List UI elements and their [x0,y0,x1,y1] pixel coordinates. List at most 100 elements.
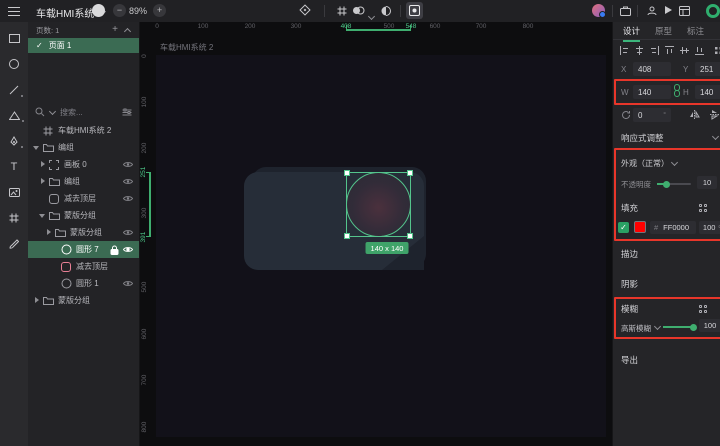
layer-row-group[interactable]: 编组 [28,173,139,190]
component-tool-active[interactable] [406,2,423,19]
y-input[interactable]: 251 [695,62,720,76]
eye-icon[interactable] [123,246,133,253]
caret-down-icon[interactable] [32,143,41,152]
page-item-selected[interactable]: ✓ 页面 1 [28,38,139,53]
frame-tool-icon[interactable] [9,213,19,223]
selection-bounding-box[interactable] [344,170,413,239]
move-tool-icon[interactable] [299,4,311,16]
caret-right-icon[interactable] [32,296,41,305]
frame-tool-icon[interactable] [337,6,347,16]
boolean-ops-chevron-icon[interactable] [368,14,375,21]
layer-row-mask-group[interactable]: 蒙版分组 [28,292,139,309]
align-top-icon[interactable] [665,45,674,55]
eye-icon[interactable] [123,178,133,185]
resize-handle-top-left[interactable] [344,170,350,176]
add-page-icon[interactable]: + [112,25,118,35]
chevron-down-icon[interactable] [654,324,661,331]
caret-down-icon[interactable] [38,211,47,220]
fill-color-swatch[interactable] [634,221,646,233]
opacity-input[interactable]: 10 [697,176,717,189]
layer-row-artboard[interactable]: 画板 0 [28,156,139,173]
mask-tool-icon[interactable] [381,6,391,16]
blur-input[interactable]: 100 [699,319,720,332]
share-icon[interactable] [647,6,657,16]
lock-icon[interactable] [110,245,119,255]
search-scope-chevron-icon[interactable] [49,109,56,116]
rectangle-tool-icon[interactable] [8,34,20,43]
layer-row-circle-1[interactable]: 圆形 1 [28,275,139,292]
menu-icon[interactable] [8,7,20,8]
tab-annotate[interactable]: 标注 [687,25,704,37]
rotation-input[interactable]: 0 ° [633,108,671,122]
text-tool-icon[interactable]: T [11,162,18,173]
blur-styles-icon[interactable] [699,305,707,313]
image-tool-icon[interactable] [8,188,20,197]
artboard[interactable]: 车载HMI系统 2 140 x 140 [156,43,606,437]
blur-slider[interactable] [663,323,697,331]
tab-design[interactable]: 设计 [623,25,641,42]
align-v-center-icon[interactable] [680,46,689,55]
distribute-icon[interactable] [714,46,720,55]
flip-horizontal-icon[interactable] [689,110,700,119]
layer-row-group[interactable]: 编组 [28,139,139,156]
layer-row-mask-group[interactable]: 蒙版分组 [28,224,139,241]
user-avatar[interactable] [592,4,606,18]
layer-row-subtract[interactable]: 减去顶层 [28,190,139,207]
collapse-pages-icon[interactable] [124,27,131,34]
flip-vertical-icon[interactable] [709,110,720,120]
fill-hex-input[interactable]: # FF0000 [650,221,696,234]
eye-icon[interactable] [123,229,133,236]
eye-icon[interactable] [123,280,133,287]
fill-visible-checkbox[interactable] [618,222,629,233]
ellipse-tool-icon[interactable] [9,59,19,69]
line-tool-icon[interactable] [9,85,23,97]
eye-icon[interactable] [123,195,133,202]
chevron-down-icon[interactable] [712,134,719,141]
align-bottom-icon[interactable] [695,46,704,55]
align-left-icon[interactable] [620,45,629,55]
play-prototype-icon[interactable] [665,6,672,14]
fill-opacity-input[interactable]: 100 % [699,221,720,234]
filter-icon[interactable] [122,108,132,117]
canvas-viewport[interactable]: 0 100 200 300 500 600 700 800 408 548 0 … [140,22,612,446]
height-input[interactable]: 140 [695,85,720,99]
blur-type-select[interactable]: 高斯模糊 [621,323,651,334]
width-input[interactable]: 140 [633,85,671,99]
boolean-ops-icon[interactable] [352,6,365,15]
layer-row-mask-group[interactable]: 蒙版分组 [28,207,139,224]
align-h-center-icon[interactable] [635,45,644,55]
resize-handle-bottom-left[interactable] [344,233,350,239]
zoom-out-button[interactable]: − [113,4,126,17]
resize-handle-top-right[interactable] [407,170,413,176]
x-input[interactable]: 408 [633,62,671,76]
caret-right-icon[interactable] [38,160,47,169]
layer-row-circle-7-selected[interactable]: 圆形 7 [28,241,139,258]
status-ring-icon[interactable] [706,4,720,18]
tab-prototype[interactable]: 原型 [655,25,672,37]
polygon-tool-icon[interactable] [8,111,24,122]
collaborator-avatar[interactable] [92,4,105,17]
caret-right-icon[interactable] [44,228,53,237]
link-dimensions-icon[interactable] [673,84,681,97]
ruler-selection-start: 251 [140,166,147,178]
artboard-label[interactable]: 车载HMI系统 2 [160,42,213,53]
layout-panel-icon[interactable] [679,6,690,16]
caret-right-icon[interactable] [38,177,47,186]
blend-mode-select[interactable]: 外观（正常） [621,158,669,169]
toolbox-icon[interactable] [620,6,631,16]
opacity-slider[interactable] [657,180,691,188]
resize-handle-bottom-right[interactable] [407,233,413,239]
zoom-level[interactable]: 89% [129,6,147,16]
responsive-section-header[interactable]: 响应式调整 [621,132,664,144]
chevron-down-icon[interactable] [671,160,678,167]
eye-icon[interactable] [123,161,133,168]
fill-styles-icon[interactable] [699,204,707,212]
layer-search[interactable]: 搜索... [28,104,139,120]
brush-tool-icon[interactable] [9,239,19,249]
pen-tool-icon[interactable] [9,136,23,148]
layer-row-frame[interactable]: 车载HMI系统 2 [28,122,139,139]
layers-panel: 页数: 1 + ✓ 页面 1 搜索... 车载HMI系统 2 编组 画板 0 编… [28,22,140,446]
zoom-in-button[interactable]: + [153,4,166,17]
align-right-icon[interactable] [650,45,659,55]
layer-row-subtract-pink[interactable]: 减去顶层 [28,258,139,275]
